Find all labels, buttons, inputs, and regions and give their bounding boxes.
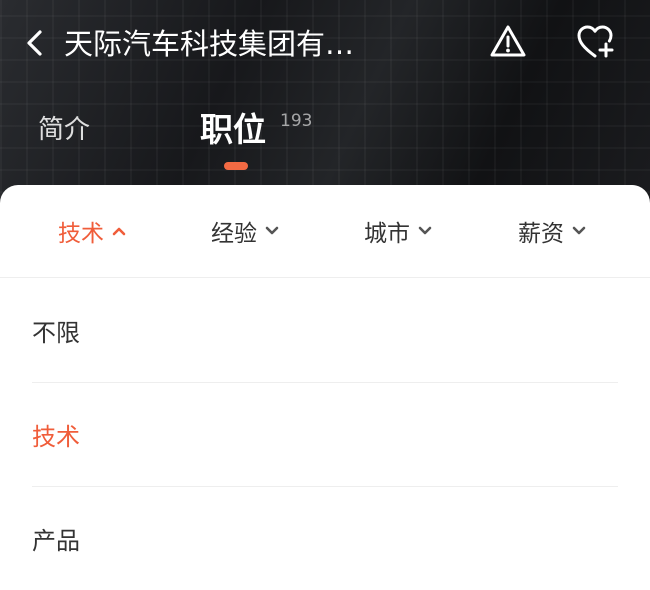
option-label: 不限 [32, 318, 80, 347]
option-label: 技术 [32, 422, 80, 451]
chevron-up-icon [112, 227, 126, 236]
filter-label: 城市 [364, 221, 410, 247]
top-bar: 天际汽车科技集团有… [0, 14, 650, 70]
filter-label: 经验 [211, 221, 257, 247]
chevron-down-icon [265, 226, 279, 235]
filter-tech[interactable]: 技术 [58, 213, 126, 249]
jobs-count-badge: 193 [280, 111, 313, 131]
report-button[interactable] [488, 22, 528, 62]
chevron-down-icon [572, 226, 586, 235]
filter-bar: 技术 经验 城市 薪资 [0, 185, 650, 278]
company-title: 天际汽车科技集团有… [64, 27, 355, 61]
tab-jobs[interactable]: 职位 [200, 108, 266, 152]
favorite-button[interactable] [574, 22, 618, 62]
active-tab-indicator [224, 162, 248, 170]
tab-intro[interactable]: 简介 [38, 112, 90, 148]
filter-experience[interactable]: 经验 [211, 213, 279, 249]
company-header: 天际汽车科技集团有… 简介 职位 193 [0, 0, 650, 215]
option-tech[interactable]: 技术 [32, 382, 618, 487]
filter-label: 技术 [58, 221, 104, 247]
chevron-left-icon [27, 30, 42, 56]
filter-city[interactable]: 城市 [364, 213, 432, 249]
option-unlimited[interactable]: 不限 [32, 278, 618, 383]
option-label: 产品 [32, 526, 80, 555]
warning-icon [490, 25, 526, 57]
option-product[interactable]: 产品 [32, 486, 618, 590]
chevron-down-icon [418, 226, 432, 235]
filter-sheet: 技术 经验 城市 薪资 不限 技术 产品 [0, 185, 650, 572]
filter-salary[interactable]: 薪资 [518, 213, 586, 249]
filter-label: 薪资 [518, 221, 564, 247]
heart-add-icon [577, 25, 614, 58]
back-button[interactable] [18, 26, 52, 60]
